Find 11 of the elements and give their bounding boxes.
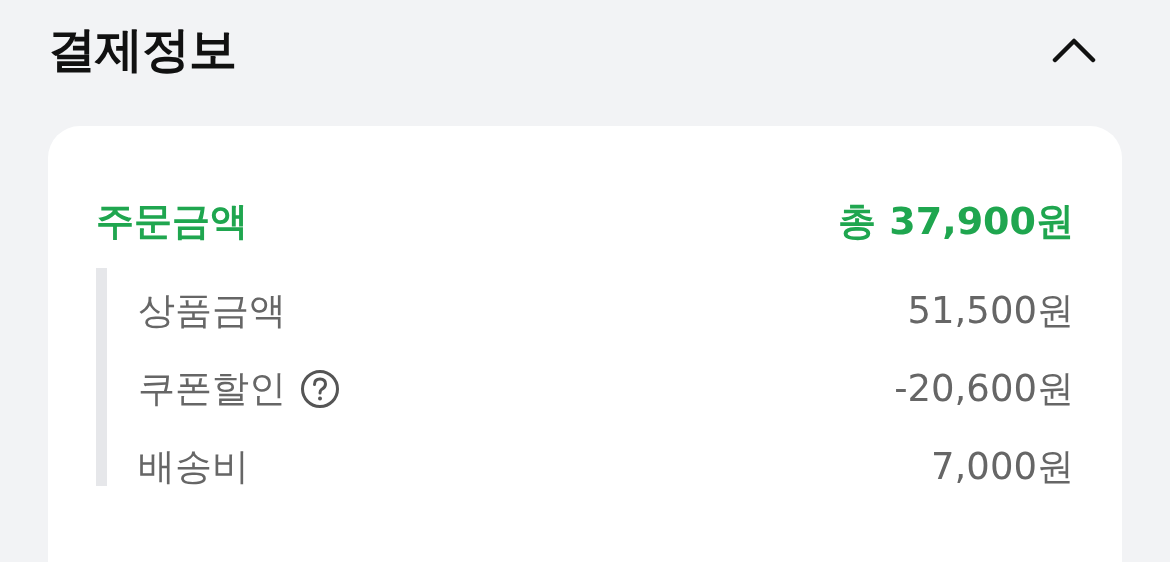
chevron-up-icon[interactable] [1052, 37, 1096, 63]
price-label: 상품금액 [138, 288, 286, 334]
price-value: 7,000원 [931, 444, 1074, 490]
order-amount-label: 주문금액 [96, 197, 248, 245]
help-icon[interactable] [300, 369, 340, 409]
price-value: -20,600원 [894, 366, 1074, 412]
price-label: 배송비 [138, 444, 249, 490]
section-title: 결제정보 [48, 20, 236, 79]
order-total: 총 37,900원 [838, 197, 1074, 245]
price-label: 쿠폰할인 [138, 366, 286, 412]
price-value: 51,500원 [907, 288, 1074, 334]
